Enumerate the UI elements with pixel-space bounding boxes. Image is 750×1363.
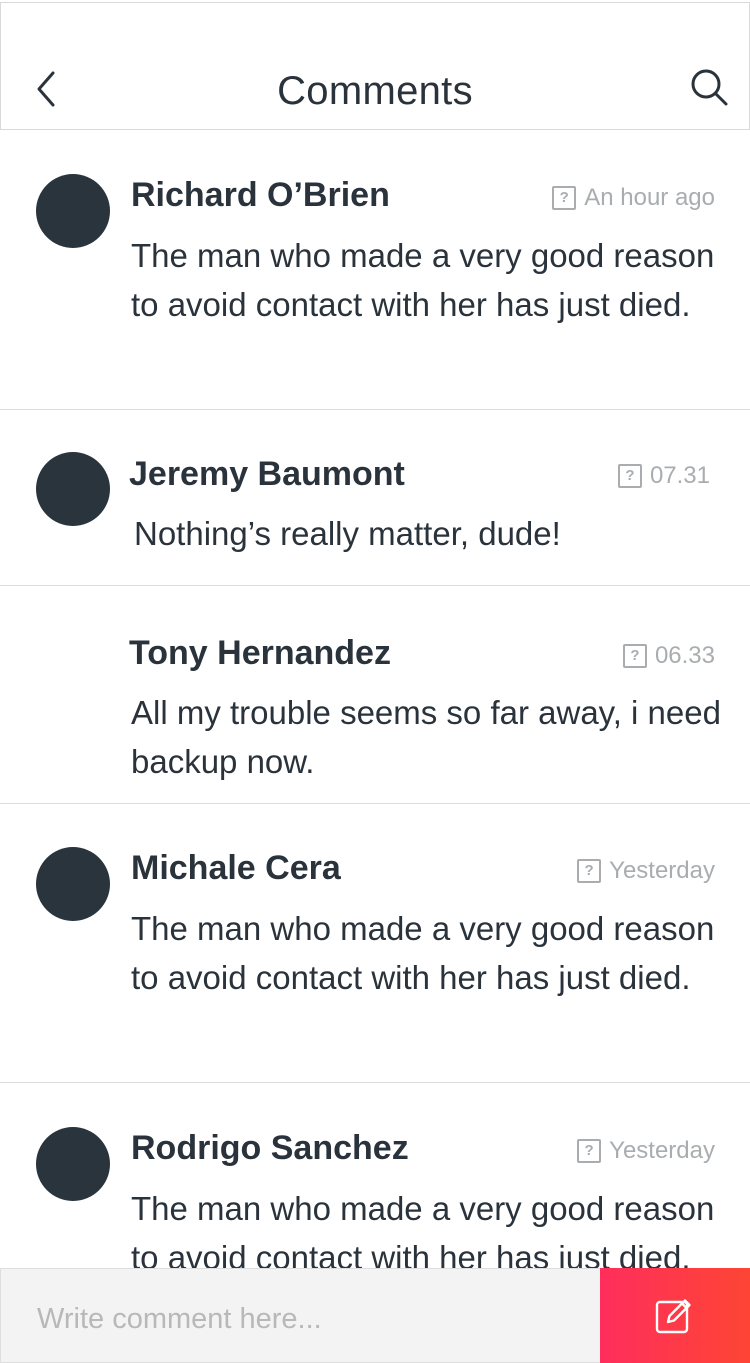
- comment-time-label: Yesterday: [609, 1137, 715, 1164]
- comment-text: Nothing’s really matter, dude!: [134, 515, 561, 552]
- send-comment-button[interactable]: [600, 1268, 750, 1363]
- comment-author[interactable]: Richard O’Brien: [131, 176, 390, 215]
- comment-time: ? 06.33: [622, 642, 715, 670]
- comment-time-label: 07.31: [649, 462, 710, 489]
- clock-icon: ?: [552, 186, 577, 210]
- app-header: Comments: [0, 2, 750, 130]
- comment-item: Jeremy Baumont ? 07.31 Nothing’s really …: [0, 410, 750, 586]
- comment-list[interactable]: Richard O’Brien ? An hour ago The man wh…: [0, 130, 750, 1268]
- comment-time: ? Yesterday: [577, 1137, 715, 1165]
- comment-time-label: Yesterday: [609, 857, 715, 884]
- edit-icon: [655, 1299, 691, 1334]
- comment-time: ? An hour ago: [552, 184, 715, 212]
- comment-author[interactable]: Tony Hernandez: [129, 634, 391, 673]
- comment-text: The man who made a very good reason to a…: [131, 910, 715, 996]
- page-title: Comments: [277, 69, 473, 113]
- comment-time-label: 06.33: [654, 642, 715, 669]
- comment-text: All my trouble seems so far away, i need…: [131, 694, 721, 780]
- comment-author[interactable]: Michale Cera: [131, 849, 341, 888]
- search-icon[interactable]: [689, 67, 729, 107]
- comment-text: The man who made a very good reason to a…: [131, 237, 715, 323]
- comment-time: ? Yesterday: [577, 857, 715, 885]
- comment-item: Michale Cera ? Yesterday The man who mad…: [0, 804, 750, 1083]
- avatar[interactable]: [36, 452, 110, 526]
- clock-icon: ?: [577, 1139, 602, 1163]
- avatar[interactable]: [36, 847, 110, 921]
- avatar[interactable]: [36, 1127, 110, 1201]
- clock-icon: ?: [577, 859, 602, 883]
- comment-composer: Write comment here...: [0, 1268, 750, 1363]
- comment-input[interactable]: Write comment here...: [0, 1268, 601, 1363]
- comment-time-label: An hour ago: [584, 184, 715, 211]
- comment-text: The man who made a very good reason to a…: [131, 1190, 715, 1268]
- comment-item: Richard O’Brien ? An hour ago The man wh…: [0, 130, 750, 410]
- comment-item: Tony Hernandez ? 06.33 All my trouble se…: [0, 586, 750, 804]
- comment-time: ? 07.31: [617, 462, 710, 490]
- clock-icon: ?: [622, 644, 647, 668]
- comment-item: Rodrigo Sanchez ? Yesterday The man who …: [0, 1083, 750, 1268]
- clock-icon: ?: [617, 464, 642, 488]
- avatar[interactable]: [36, 174, 110, 248]
- comment-input-placeholder: Write comment here...: [37, 1303, 322, 1335]
- comment-author[interactable]: Jeremy Baumont: [129, 455, 405, 494]
- comment-author[interactable]: Rodrigo Sanchez: [131, 1129, 409, 1168]
